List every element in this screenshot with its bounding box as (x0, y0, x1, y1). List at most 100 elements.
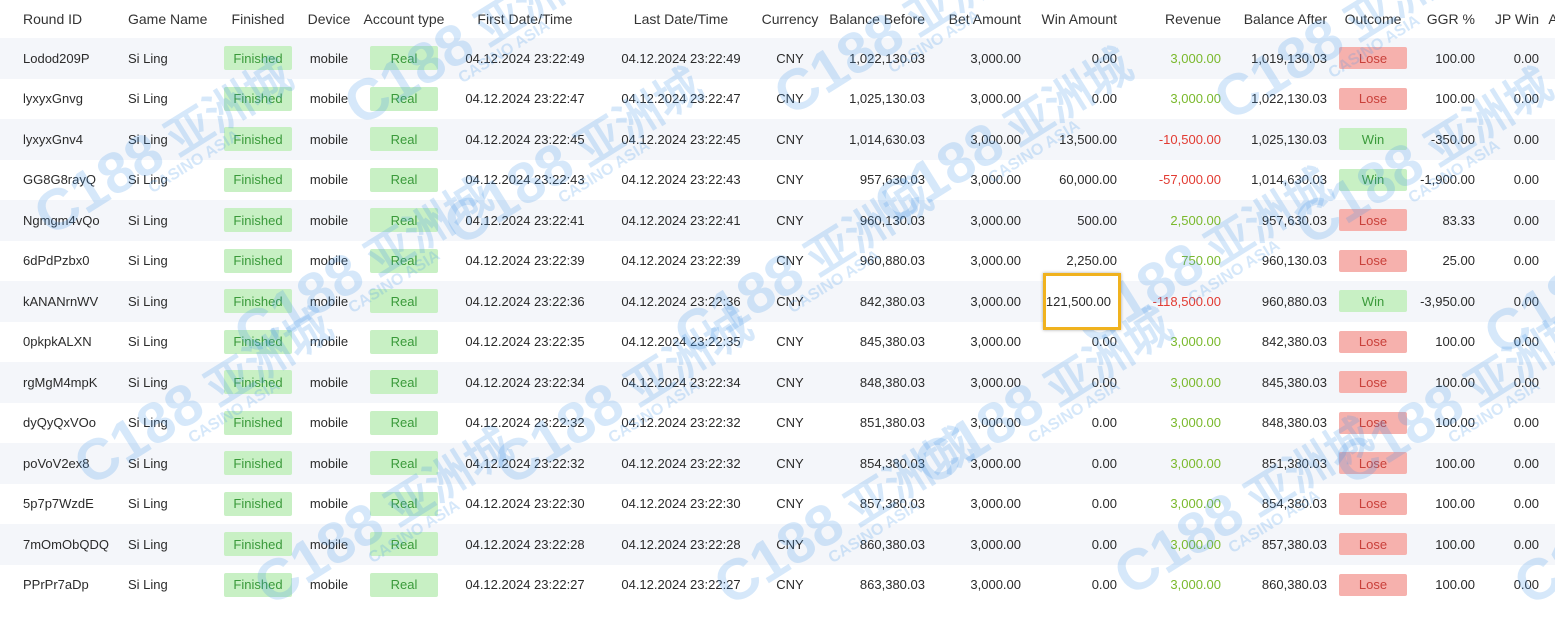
outcome-badge: Lose (1339, 330, 1407, 353)
col-last-date[interactable]: Last Date/Time (603, 0, 759, 38)
status-badge: Finished (224, 208, 292, 233)
table-row[interactable]: PPrPr7aDp Si Ling Finished mobile Real 04.12.… (0, 564, 1555, 606)
col-first-date[interactable]: First Date/Time (447, 0, 603, 38)
jp-win-cell: 0.00 (1513, 455, 1539, 471)
jp-win-cell: 0.00 (1513, 374, 1539, 390)
account-type-cell: Real (361, 484, 447, 525)
status-badge: Finished (224, 289, 292, 314)
balance-after-cell: 960,880.03 (1261, 293, 1327, 309)
bet-amount-cell: 3,000.00 (970, 415, 1021, 431)
table-row[interactable]: poVoV2ex8 Si Ling Finished mobile Real 04.12.… (0, 443, 1555, 484)
round-id-cell[interactable]: Lodod209P (3, 38, 114, 79)
last-date-cell: 04.12.2024 23:22:34 (621, 374, 741, 390)
round-id-cell[interactable]: dyQyQxVOo (3, 403, 114, 444)
jp-win-cell: 0.00 (1513, 334, 1539, 350)
col-currency[interactable]: Currency (759, 0, 821, 38)
ggr-cell: 100.00 (1435, 50, 1475, 66)
col-truncated[interactable]: A (1547, 0, 1555, 38)
col-bet-amount[interactable]: Bet Amount (933, 0, 1029, 38)
table-row[interactable]: 0pkpkALXN Si Ling Finished mobile Real 04.12.… (0, 321, 1555, 363)
game-name-cell: Si Ling (128, 172, 168, 188)
balance-after-cell: 1,025,130.03 (1251, 131, 1327, 147)
first-date-cell: 04.12.2024 23:22:41 (465, 212, 585, 228)
account-type-badge: Real (370, 86, 438, 111)
balance-before-cell: 960,880.03 (859, 253, 925, 269)
outcome-cell: Lose (1335, 241, 1411, 282)
revenue-cell: 3,000.00 (1170, 50, 1221, 66)
col-round-id[interactable]: Round ID (3, 0, 114, 38)
last-date-cell: 04.12.2024 23:22:32 (621, 415, 741, 431)
round-id-cell[interactable]: 6dPdPzbx0 (3, 241, 114, 282)
account-type-cell: Real (361, 524, 447, 565)
game-name-cell: Si Ling (128, 91, 168, 107)
table-row[interactable]: Ngmgm4vQo Si Ling Finished mobile Real 04.12.… (0, 200, 1555, 241)
ggr-cell: 25.00 (1442, 253, 1475, 269)
table-row[interactable]: 7mOmObQDQ Si Ling Finished mobile Real 04.12.… (0, 524, 1555, 565)
win-amount-cell: 0.00 (1091, 455, 1117, 471)
balance-after-cell: 957,630.03 (1261, 212, 1327, 228)
status-badge: Finished (224, 46, 292, 71)
table-row[interactable]: rgMgM4mpK Si Ling Finished mobile Real 04.12.… (0, 362, 1555, 403)
table-row[interactable]: Lodod209P Si Ling Finished mobile Real 04.12.… (0, 38, 1555, 79)
table-row[interactable]: lyxyxGnv4 Si Ling Finished mobile Real 04.12.… (0, 119, 1555, 160)
round-id-cell[interactable]: lyxyxGnv4 (3, 119, 114, 160)
col-outcome[interactable]: Outcome (1335, 0, 1411, 38)
col-device[interactable]: Device (297, 0, 361, 38)
outcome-badge: Lose (1339, 411, 1407, 434)
outcome-cell: Lose (1335, 38, 1411, 79)
round-id-cell[interactable]: rgMgM4mpK (3, 362, 114, 403)
balance-before-cell: 957,630.03 (859, 172, 925, 188)
truncated-cell (1547, 484, 1555, 525)
table-header: Round ID Game Name Finished Device Accou… (0, 0, 1555, 38)
col-jp-win[interactable]: JP Win (1483, 0, 1547, 38)
col-balance-before[interactable]: Balance Before (821, 0, 933, 38)
table-row[interactable]: dyQyQxVOo Si Ling Finished mobile Real 04.12.… (0, 402, 1555, 444)
round-id-cell[interactable]: kANANrnWV (3, 281, 114, 322)
col-account-type[interactable]: Account type (361, 0, 447, 38)
col-ggr[interactable]: GGR % (1411, 0, 1483, 38)
round-id-cell[interactable]: poVoV2ex8 (3, 443, 114, 484)
bet-amount-cell: 3,000.00 (970, 455, 1021, 471)
outcome-badge: Lose (1339, 492, 1407, 515)
round-id-cell[interactable]: 7mOmObQDQ (3, 524, 114, 565)
round-id-cell[interactable]: 5p7p7WzdE (3, 484, 114, 525)
table-row[interactable]: GG8G8rayQ Si Ling Finished mobile Real 04.12.… (0, 159, 1555, 201)
round-id-cell[interactable]: Ngmgm4vQo (3, 200, 114, 241)
account-type-badge: Real (370, 127, 438, 152)
status-badge: Finished (224, 410, 292, 435)
round-id-cell[interactable]: PPrPr7aDp (3, 565, 114, 606)
truncated-cell (1547, 403, 1555, 444)
table-row[interactable]: kANANrnWV Si Ling Finished mobile Real 04.12.… (0, 273, 1555, 330)
first-date-cell: 04.12.2024 23:22:35 (465, 334, 585, 350)
revenue-cell: 3,000.00 (1170, 536, 1221, 552)
table-row[interactable]: 5p7p7WzdE Si Ling Finished mobile Real 04.12.… (0, 483, 1555, 525)
balance-before-cell: 845,380.03 (859, 334, 925, 350)
col-game-name[interactable]: Game Name (114, 0, 219, 38)
col-status[interactable]: Finished (219, 0, 297, 38)
revenue-cell: 3,000.00 (1170, 577, 1221, 593)
revenue-cell: 3,000.00 (1170, 91, 1221, 107)
table-row[interactable]: lyxyxGnvg Si Ling Finished mobile Real 04.12.… (0, 78, 1555, 120)
round-id-cell[interactable]: lyxyxGnvg (3, 79, 114, 120)
col-win-amount[interactable]: Win Amount (1029, 0, 1125, 38)
table-row[interactable]: 6dPdPzbx0 Si Ling Finished mobile Real 04.12.… (0, 240, 1555, 282)
round-id-cell[interactable]: GG8G8rayQ (3, 160, 114, 201)
first-date-cell: 04.12.2024 23:22:36 (465, 293, 585, 309)
first-date-cell: 04.12.2024 23:22:34 (465, 374, 585, 390)
revenue-cell: 3,000.00 (1170, 496, 1221, 512)
account-type-badge: Real (370, 46, 438, 71)
truncated-cell (1547, 524, 1555, 565)
round-id-cell[interactable]: 0pkpkALXN (3, 322, 114, 363)
status-cell: Finished (219, 362, 297, 403)
col-revenue[interactable]: Revenue (1125, 0, 1229, 38)
win-amount-cell: 0.00 (1091, 496, 1117, 512)
device-cell: mobile (309, 334, 349, 350)
col-balance-after[interactable]: Balance After (1229, 0, 1335, 38)
ggr-cell: 100.00 (1435, 91, 1475, 107)
game-name-cell: Si Ling (128, 293, 168, 309)
status-badge: Finished (224, 451, 292, 476)
balance-before-cell: 854,380.03 (859, 455, 925, 471)
ggr-cell: -3,950.00 (1420, 293, 1475, 309)
win-amount-cell: 500.00 (1077, 212, 1117, 228)
outcome-cell: Lose (1335, 322, 1411, 363)
